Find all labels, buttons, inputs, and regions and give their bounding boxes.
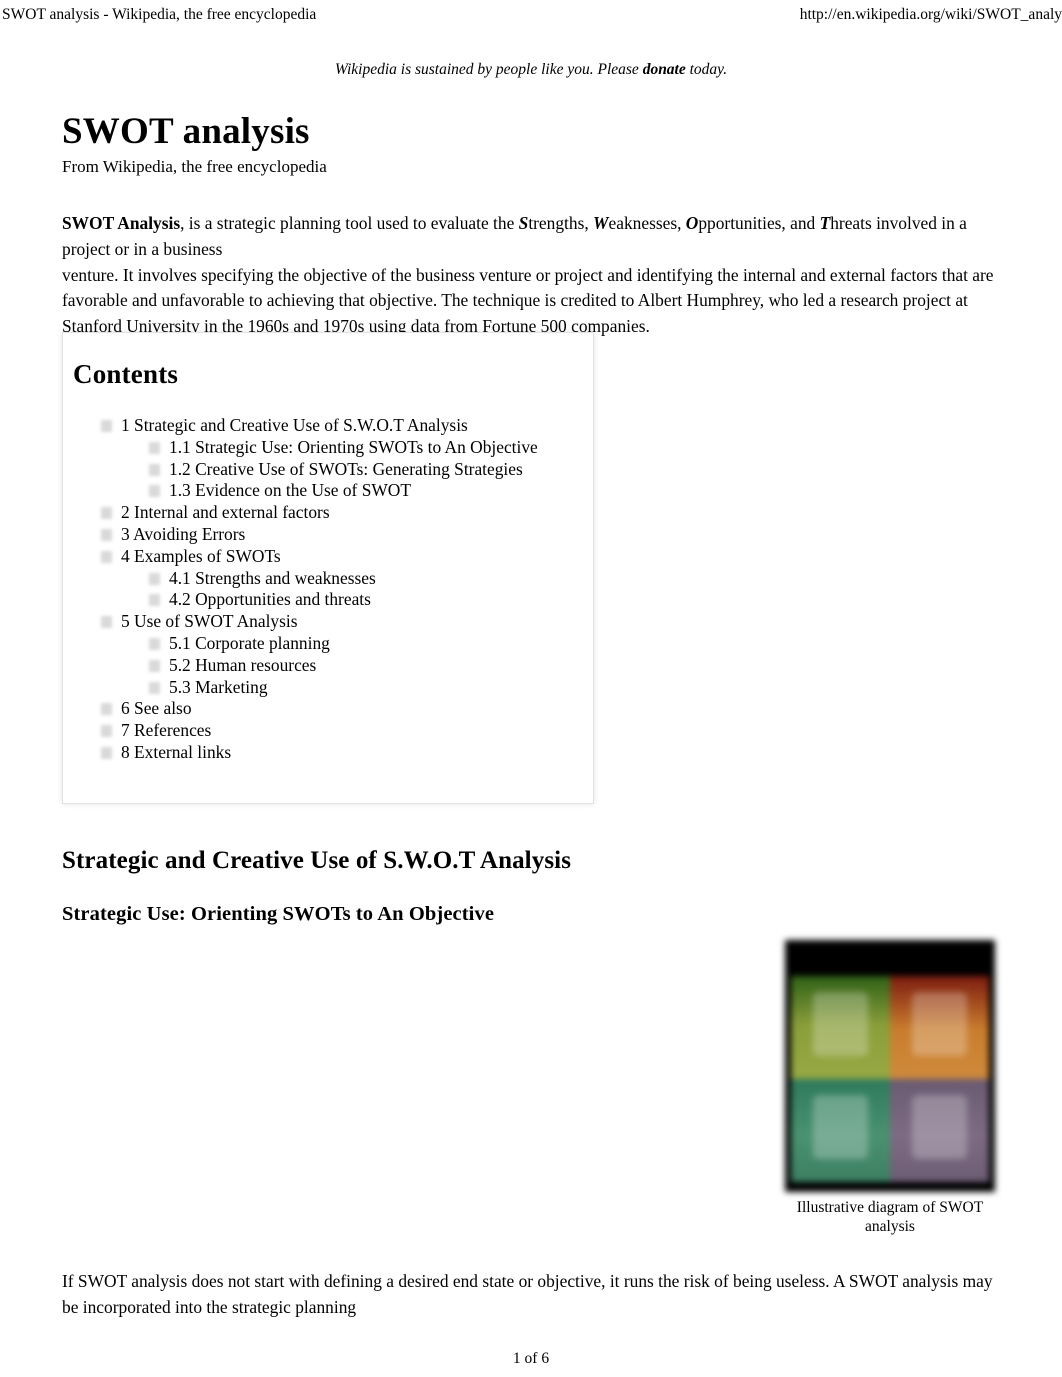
- toc-entry[interactable]: 4.2 Opportunities and threats: [97, 589, 587, 611]
- toc-entry-label: 8 External links: [121, 741, 232, 762]
- toc-entry-label: 5.2 Human resources: [169, 654, 317, 675]
- toc-entry[interactable]: 1.1 Strategic Use: Orienting SWOTs to An…: [97, 437, 587, 459]
- toc-bullet-icon: [101, 725, 112, 738]
- toc-bullet-icon: [101, 550, 112, 563]
- closing-paragraph: If SWOT analysis does not start with def…: [62, 1271, 993, 1317]
- toc-entry-label: 5.3 Marketing: [169, 676, 268, 697]
- subsection-heading-strategic-use: Strategic Use: Orienting SWOTs to An Obj…: [62, 902, 495, 925]
- strengths-initial: S: [518, 213, 529, 234]
- donation-banner: Wikipedia is sustained by people like yo…: [0, 60, 1062, 80]
- section-heading-strategic-creative-use: Strategic and Creative Use of S.W.O.T An…: [62, 846, 572, 874]
- donation-banner-text-after: today.: [685, 61, 728, 78]
- toc-entry[interactable]: 5.3 Marketing: [97, 677, 587, 699]
- donate-link[interactable]: donate: [643, 61, 686, 78]
- toc-bullet-icon: [149, 463, 160, 476]
- print-header-url: http://en.wikipedia.org/wiki/SWOT_analy: [799, 6, 1062, 23]
- donation-banner-text-before: Wikipedia is sustained by people like yo…: [334, 61, 643, 78]
- toc-entry[interactable]: 6 See also: [97, 698, 587, 720]
- print-header: SWOT analysis - Wikipedia, the free ency…: [0, 4, 1062, 26]
- toc-bullet-icon: [149, 681, 160, 694]
- toc-entry-label: 1.3 Evidence on the Use of SWOT: [169, 480, 411, 501]
- toc-bullet-icon: [101, 616, 112, 629]
- intro-text-a: , is a strategic planning tool used to e…: [180, 213, 519, 234]
- toc-entry-label: 6 See also: [121, 698, 192, 719]
- weaknesses-icon: [911, 992, 968, 1057]
- toc-entry-label: 1.2 Creative Use of SWOTs: Generating St…: [169, 458, 523, 479]
- toc-entry[interactable]: 5.2 Human resources: [97, 655, 587, 677]
- toc-entry[interactable]: 7 References: [97, 720, 587, 742]
- toc-entry[interactable]: 4 Examples of SWOTs: [97, 546, 587, 568]
- toc-entry[interactable]: 5 Use of SWOT Analysis: [97, 611, 587, 633]
- page-footer: 1 of 6: [512, 1350, 550, 1367]
- toc-entry-label: 4.2 Opportunities and threats: [169, 589, 371, 610]
- quadrant-opportunities: [791, 1079, 890, 1182]
- weaknesses-rest: eaknesses,: [608, 213, 686, 234]
- toc-bullet-icon: [149, 485, 160, 498]
- toc-entry-label: 4.1 Strengths and weaknesses: [169, 567, 376, 588]
- contents-list: 1 Strategic and Creative Use of S.W.O.T …: [97, 415, 587, 764]
- swot-diagram-image: [785, 940, 995, 1192]
- print-header-document-title: SWOT analysis - Wikipedia, the free ency…: [2, 6, 317, 23]
- toc-entry[interactable]: 1.3 Evidence on the Use of SWOT: [97, 480, 587, 502]
- quadrant-threats: [890, 1079, 989, 1182]
- toc-bullet-icon: [149, 572, 160, 585]
- weaknesses-initial: W: [593, 213, 609, 234]
- table-of-contents: Contents 1 Strategic and Creative Use of…: [62, 332, 594, 804]
- threats-initial: T: [819, 213, 831, 234]
- toc-bullet-icon: [101, 746, 112, 759]
- toc-entry-label: 2 Internal and external factors: [121, 502, 330, 523]
- toc-bullet-icon: [101, 507, 112, 520]
- toc-bullet-icon: [149, 594, 160, 607]
- swot-quadrants: [791, 976, 989, 1182]
- intro-paragraph-continued: venture. It involves specifying the obje…: [62, 264, 994, 336]
- toc-entry-label: 5.1 Corporate planning: [169, 632, 330, 653]
- toc-entry[interactable]: 1 Strategic and Creative Use of S.W.O.T …: [97, 415, 587, 437]
- toc-entry-label: 3 Avoiding Errors: [121, 523, 246, 544]
- intro-paragraph: SWOT Analysis, is a strategic planning t…: [62, 211, 998, 339]
- toc-bullet-icon: [101, 420, 112, 432]
- toc-entry-label: 5 Use of SWOT Analysis: [121, 611, 298, 632]
- opportunities-rest: pportunities, and: [698, 213, 820, 234]
- toc-entry[interactable]: 8 External links: [97, 742, 587, 764]
- page-title: SWOT analysis: [62, 110, 310, 152]
- figure-caption: Illustrative diagram of SWOT analysis: [796, 1199, 984, 1235]
- opportunities-icon: [812, 1095, 869, 1160]
- strengths-icon: [812, 992, 869, 1057]
- strengths-rest: trengths,: [528, 213, 594, 234]
- toc-entry[interactable]: 5.1 Corporate planning: [97, 633, 587, 655]
- toc-bullet-icon: [101, 703, 112, 716]
- toc-entry-label: 4 Examples of SWOTs: [121, 545, 281, 566]
- opportunities-initial: O: [685, 213, 699, 234]
- toc-entry[interactable]: 2 Internal and external factors: [97, 502, 587, 524]
- quadrant-weaknesses: [890, 976, 989, 1079]
- toc-entry-label: 7 References: [121, 720, 212, 741]
- toc-entry-label: 1.1 Strategic Use: Orienting SWOTs to An…: [169, 436, 538, 457]
- quadrant-strengths: [791, 976, 890, 1079]
- article-subtitle: From Wikipedia, the free encyclopedia: [62, 157, 327, 176]
- contents-heading: Contents: [73, 359, 179, 389]
- toc-entry[interactable]: 4.1 Strengths and weaknesses: [97, 568, 587, 590]
- swot-diagram-figure: Illustrative diagram of SWOT analysis: [785, 940, 995, 1236]
- toc-bullet-icon: [149, 659, 160, 672]
- toc-bullet-icon: [149, 441, 160, 454]
- toc-entry[interactable]: 1.2 Creative Use of SWOTs: Generating St…: [97, 459, 587, 481]
- toc-bullet-icon: [101, 528, 112, 541]
- toc-bullet-icon: [149, 637, 160, 650]
- toc-entry-label: 1 Strategic and Creative Use of S.W.O.T …: [121, 415, 468, 435]
- threats-icon: [911, 1095, 968, 1160]
- toc-entry[interactable]: 3 Avoiding Errors: [97, 524, 587, 546]
- intro-lead-term: SWOT Analysis: [62, 213, 181, 234]
